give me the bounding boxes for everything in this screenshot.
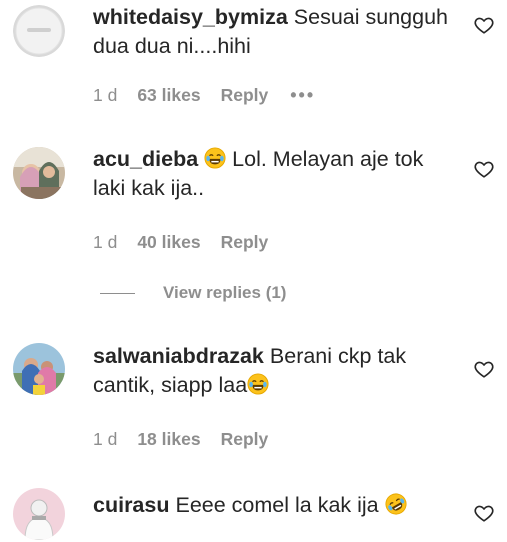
comment-username[interactable]: salwaniabdrazak [93,344,264,368]
comment-username[interactable]: whitedaisy_bymiza [93,5,288,29]
avatar[interactable] [13,147,65,199]
heart-icon[interactable] [473,14,495,36]
face-with-tears-of-joy-emoji [204,147,226,169]
comments-list: whitedaisy_bymiza Sesuai sungguh dua dua … [0,0,507,542]
reply-button[interactable]: Reply [221,85,269,106]
comment-meta: 1 d 18 likes Reply [93,429,290,450]
comment-meta: 1 d 40 likes Reply [93,232,290,253]
heart-icon[interactable] [473,158,495,180]
more-options-button[interactable]: ••• [290,85,315,106]
comment-body: Eeee comel la kak ija [175,493,379,517]
comment-meta: 1 d 63 likes Reply ••• [93,85,315,106]
likes-count[interactable]: 40 likes [137,232,200,253]
avatar[interactable] [13,343,65,395]
comment-text: acu_dieba Lol. Melayan aje tok laki kak … [93,145,453,203]
comment-username[interactable]: acu_dieba [93,147,198,171]
comment-text: cuirasu Eeee comel la kak ija [93,491,453,520]
comment-text: whitedaisy_bymiza Sesuai sungguh dua dua … [93,3,453,61]
likes-count[interactable]: 18 likes [137,429,200,450]
comment-text: salwaniabdrazak Berani ckp tak cantik, si… [93,342,453,400]
comment-timestamp: 1 d [93,232,118,252]
reply-button[interactable]: Reply [221,232,269,253]
view-replies-button[interactable]: View replies (1) [100,283,286,303]
avatar[interactable] [13,5,65,57]
comment-username[interactable]: cuirasu [93,493,169,517]
avatar[interactable] [13,488,65,540]
face-with-tears-of-joy-emoji [247,373,269,395]
likes-count[interactable]: 63 likes [137,85,200,106]
heart-icon[interactable] [473,502,495,524]
comment-timestamp: 1 d [93,429,118,449]
rolling-on-the-floor-laughing-emoji [385,493,407,515]
reply-button[interactable]: Reply [221,429,269,450]
divider-line [100,292,135,294]
heart-icon[interactable] [473,358,495,380]
view-replies-label: View replies (1) [163,283,287,302]
comment-timestamp: 1 d [93,85,118,105]
